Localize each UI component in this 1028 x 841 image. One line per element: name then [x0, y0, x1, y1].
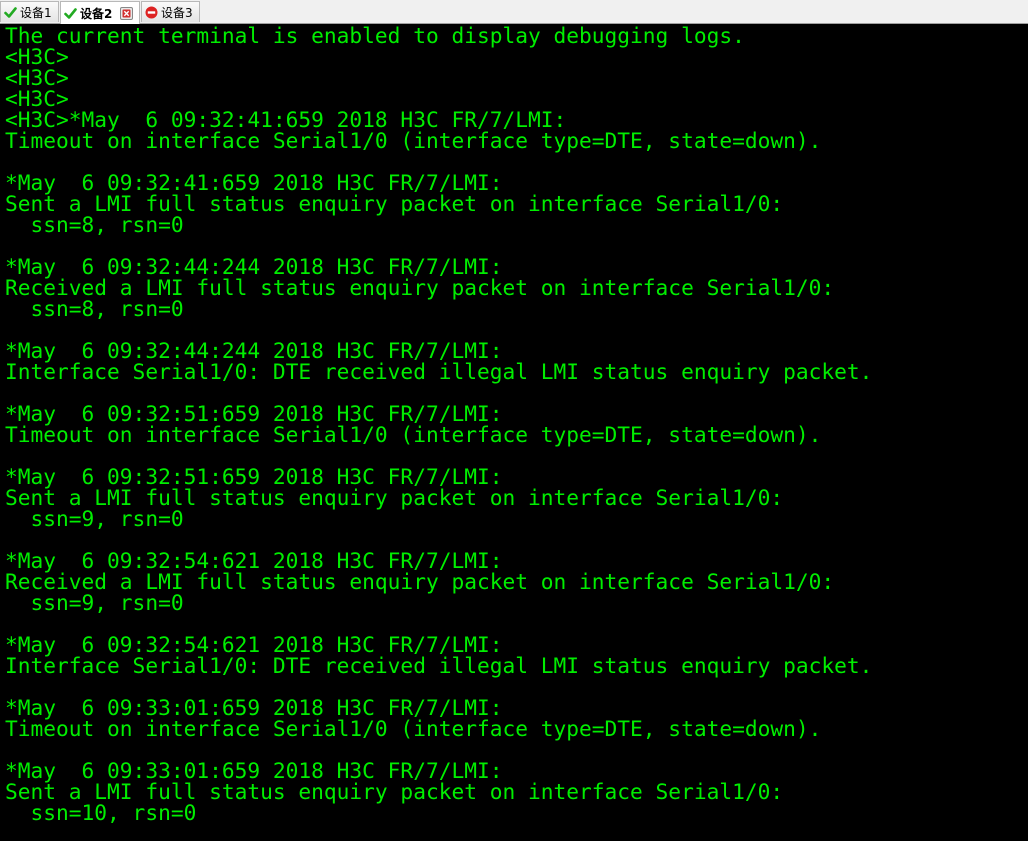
terminal-line: *May 6 09:32:54:621 2018 H3C FR/7/LMI: [5, 548, 503, 573]
terminal-line: *May 6 09:32:51:659 2018 H3C FR/7/LMI: [5, 401, 503, 426]
tab-label: 设备1 [20, 5, 52, 20]
terminal-output[interactable]: The current terminal is enabled to displ… [0, 24, 1028, 841]
terminal-line: ssn=8, rsn=0 [5, 212, 184, 237]
check-icon [64, 7, 77, 19]
terminal-line: Sent a LMI full status enquiry packet on… [5, 191, 784, 216]
terminal-line: Sent a LMI full status enquiry packet on… [5, 779, 784, 804]
terminal-line: <H3C> [5, 44, 69, 69]
terminal-line: *May 6 09:32:41:659 2018 H3C FR/7/LMI: [5, 170, 503, 195]
device-tab-bar: 设备1 设备2 设备3 [0, 0, 1028, 24]
terminal-line: ssn=8, rsn=0 [5, 296, 184, 321]
close-icon[interactable] [120, 6, 134, 20]
stop-icon [145, 6, 158, 18]
terminal-line: Timeout on interface Serial1/0 (interfac… [5, 716, 822, 741]
terminal-line: *May 6 09:32:44:244 2018 H3C FR/7/LMI: [5, 254, 503, 279]
terminal-line: Timeout on interface Serial1/0 (interfac… [5, 128, 822, 153]
terminal-line: *May 6 09:32:54:621 2018 H3C FR/7/LMI: [5, 632, 503, 657]
terminal-line: Timeout on interface Serial1/0 (interfac… [5, 422, 822, 447]
terminal-line: <H3C> [5, 65, 69, 90]
terminal-line: *May 6 09:32:51:659 2018 H3C FR/7/LMI: [5, 464, 503, 489]
terminal-line: *May 6 09:33:01:659 2018 H3C FR/7/LMI: [5, 695, 503, 720]
check-icon [4, 6, 17, 18]
tab-device-3[interactable]: 设备3 [141, 1, 200, 22]
terminal-line: Interface Serial1/0: DTE received illega… [5, 359, 873, 384]
tab-label: 设备3 [161, 5, 193, 20]
terminal-line: ssn=10, rsn=0 [5, 800, 197, 825]
terminal-line: Interface Serial1/0: DTE received illega… [5, 653, 873, 678]
terminal-line: ssn=9, rsn=0 [5, 506, 184, 531]
terminal-line: Received a LMI full status enquiry packe… [5, 569, 835, 594]
terminal-line: ssn=9, rsn=0 [5, 590, 184, 615]
tab-device-1[interactable]: 设备1 [0, 1, 59, 22]
terminal-line: *May 6 09:33:01:659 2018 H3C FR/7/LMI: [5, 758, 503, 783]
terminal-line: Received a LMI full status enquiry packe… [5, 275, 835, 300]
terminal-line: The current terminal is enabled to displ… [5, 24, 745, 48]
terminal-line: <H3C> [5, 86, 69, 111]
tab-label: 设备2 [80, 6, 113, 21]
tab-device-2[interactable]: 设备2 [60, 1, 140, 24]
terminal-line: <H3C>*May 6 09:32:41:659 2018 H3C FR/7/L… [5, 107, 567, 132]
terminal-line: Sent a LMI full status enquiry packet on… [5, 485, 784, 510]
terminal-line: *May 6 09:32:44:244 2018 H3C FR/7/LMI: [5, 338, 503, 363]
